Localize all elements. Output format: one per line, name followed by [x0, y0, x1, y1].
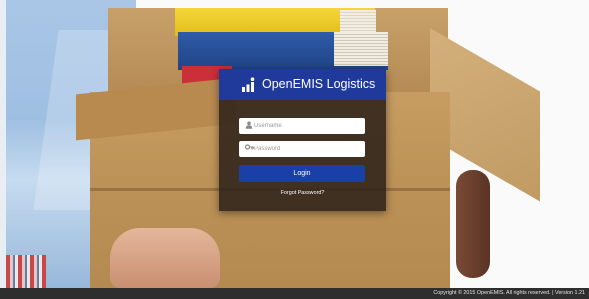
- username-field[interactable]: [239, 118, 365, 134]
- left-hand: [110, 228, 220, 288]
- bar-chart-person-icon: [241, 77, 257, 93]
- key-icon: [244, 144, 254, 154]
- yellow-book-pages: [340, 10, 376, 34]
- login-button[interactable]: Login: [239, 165, 365, 182]
- footer-bar: Copyright © 2015 OpenEMIS. All rights re…: [0, 288, 589, 299]
- user-icon: [244, 121, 254, 131]
- login-header: OpenEMIS Logistics: [219, 69, 386, 100]
- login-panel: OpenEMIS Logistics Login Forgot Password…: [219, 69, 386, 211]
- plaid-sleeve: [6, 255, 46, 288]
- username-input[interactable]: [254, 118, 362, 134]
- copyright-text: Copyright © 2015 OpenEMIS. All rights re…: [433, 290, 585, 296]
- blue-book-pages: [334, 32, 388, 66]
- password-field[interactable]: [239, 141, 365, 157]
- forgot-password-link[interactable]: Forgot Password?: [219, 189, 386, 197]
- app-title: OpenEMIS Logistics: [262, 77, 376, 91]
- right-hand: [456, 170, 490, 278]
- password-input[interactable]: [254, 141, 362, 157]
